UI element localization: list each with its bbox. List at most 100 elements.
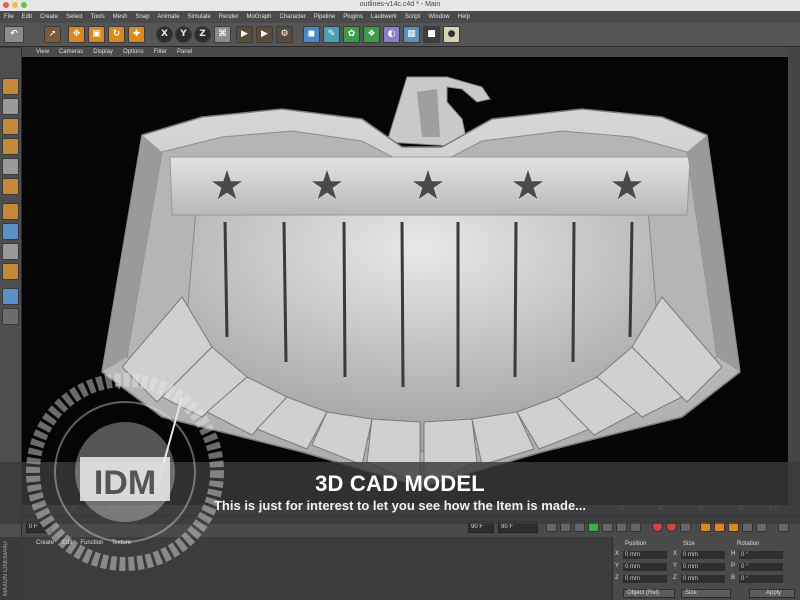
points-mode-icon[interactable] [2, 158, 19, 175]
rotation-b-field[interactable]: 0 ° [739, 575, 783, 583]
size-mode-select[interactable]: Size [681, 589, 731, 598]
y-axis-lock-button[interactable]: Y [175, 26, 192, 43]
menu-simulate[interactable]: Simulate [187, 14, 210, 20]
make-editable-icon[interactable] [2, 78, 19, 95]
material-manager-menu: Create Edit Function Texture [36, 540, 139, 546]
model-mode-icon[interactable] [2, 98, 19, 115]
coord-row-z: Z 0 mm Z 0 mm B 0 ° [613, 575, 800, 584]
move-icon[interactable]: ✥ [68, 26, 85, 43]
axis-label: Z [615, 575, 619, 581]
main-toolbar: ↶ ➚ ✥ ▣ ↻ ✚ X Y Z ⌘ ▶ ▶ ⚙ ◼ ✎ ✿ ❖ ◐ ▦ ■ … [0, 23, 800, 47]
menu-script[interactable]: Script [405, 14, 420, 20]
menu-select[interactable]: Select [66, 14, 83, 20]
size-y-field[interactable]: 0 mm [681, 563, 725, 571]
rotation-h-field[interactable]: 0 ° [739, 551, 783, 559]
axis-label: P [731, 563, 736, 569]
material-menu-create[interactable]: Create [36, 540, 54, 546]
position-y-field[interactable]: 0 mm [623, 563, 667, 571]
x-axis-lock-button[interactable]: X [156, 26, 173, 43]
coordinate-mode-select[interactable]: Object (Rel) [623, 589, 675, 598]
axis-label: X [615, 551, 620, 557]
viewport-menu-cameras[interactable]: Cameras [59, 49, 83, 55]
menu-pipeline[interactable]: Pipeline [314, 14, 335, 20]
window-title: outlines-v14c.c4d * - Main [359, 1, 441, 8]
axis-label: B [731, 575, 736, 581]
enable-axis-icon[interactable] [2, 223, 19, 240]
viewport-scrollbar[interactable] [788, 47, 800, 505]
brand-label: MAXON CINEMA4D [3, 541, 9, 596]
floor-icon[interactable]: ▦ [403, 26, 420, 43]
coordinate-system-icon[interactable]: ⌘ [214, 26, 231, 43]
menu-plugins[interactable]: Plugins [343, 14, 363, 20]
camera-icon[interactable]: ■ [423, 26, 440, 43]
edges-mode-icon[interactable] [2, 178, 19, 195]
3d-viewport[interactable]: + [22, 57, 788, 505]
recent-tools-icon[interactable]: ✚ [128, 26, 145, 43]
subdivision-surface-icon[interactable]: ✿ [343, 26, 360, 43]
material-menu-function[interactable]: Function [80, 540, 103, 546]
material-menu-edit[interactable]: Edit [62, 540, 72, 546]
light-icon[interactable]: ● [443, 26, 460, 43]
coordinates-manager: Position Size Rotation X 0 mm X 0 mm H 0… [612, 537, 800, 600]
viewport-menu-options[interactable]: Options [123, 49, 144, 55]
rotate-icon[interactable]: ↻ [108, 26, 125, 43]
deformer-icon[interactable]: ◐ [383, 26, 400, 43]
layer-icon[interactable] [2, 308, 19, 325]
menu-animate[interactable]: Animate [157, 14, 179, 20]
menu-character[interactable]: Character [279, 14, 305, 20]
position-z-field[interactable]: 0 mm [623, 575, 667, 583]
axis-label: H [731, 551, 736, 557]
scale-icon[interactable]: ▣ [88, 26, 105, 43]
menu-file[interactable]: File [4, 14, 14, 20]
cube-icon[interactable]: ◼ [303, 26, 320, 43]
tweak-mode-icon[interactable] [2, 263, 19, 280]
coord-row-y: Y 0 mm Y 0 mm P 0 ° [613, 563, 800, 572]
array-icon[interactable]: ❖ [363, 26, 380, 43]
material-menu-texture[interactable]: Texture [111, 540, 131, 546]
axis-label: Z [673, 575, 677, 581]
title-bar: outlines-v14c.c4d * - Main [0, 0, 800, 11]
viewport-menu-view[interactable]: View [36, 49, 49, 55]
material-manager: Create Edit Function Texture [22, 537, 612, 600]
menu-render[interactable]: Render [219, 14, 239, 20]
menu-window[interactable]: Window [428, 14, 449, 20]
menu-edit[interactable]: Edit [22, 14, 32, 20]
size-x-field[interactable]: 0 mm [681, 551, 725, 559]
menu-snap[interactable]: Snap [135, 14, 149, 20]
badge-model: + [101, 76, 741, 488]
render-settings-icon[interactable]: ⚙ [276, 26, 293, 43]
workplane-icon[interactable] [2, 288, 19, 305]
workplane-mode-icon[interactable] [2, 138, 19, 155]
menu-mograph[interactable]: MoGraph [246, 14, 271, 20]
menu-bar: File Edit Create Select Tools Mesh Snap … [0, 11, 800, 23]
axis-label: Y [673, 563, 678, 569]
polygons-mode-icon[interactable] [2, 203, 19, 220]
viewport-menu-panel[interactable]: Panel [177, 49, 192, 55]
undo-icon[interactable]: ↶ [4, 26, 24, 43]
banner-subtitle: This is just for interest to let you see… [213, 498, 587, 513]
live-selection-icon[interactable]: ➚ [44, 26, 61, 43]
size-z-field[interactable]: 0 mm [681, 575, 725, 583]
viewport-menu-display[interactable]: Display [93, 49, 113, 55]
pen-spline-icon[interactable]: ✎ [323, 26, 340, 43]
apply-button[interactable]: Apply [749, 589, 795, 598]
caption-banner: 3D CAD MODEL This is just for interest t… [0, 462, 800, 524]
render-view-icon[interactable]: ▶ [236, 26, 253, 43]
menu-create[interactable]: Create [40, 14, 58, 20]
viewport-menu: View Cameras Display Options Filter Pane… [22, 47, 800, 57]
axis-label: X [673, 551, 678, 557]
render-to-picture-viewer-icon[interactable]: ▶ [256, 26, 273, 43]
menu-help[interactable]: Help [458, 14, 470, 20]
position-x-field[interactable]: 0 mm [623, 551, 667, 559]
banner-title: 3D CAD MODEL [315, 471, 485, 496]
axis-origin-marker: + [114, 378, 124, 392]
snap-icon[interactable] [2, 243, 19, 260]
rotation-p-field[interactable]: 0 ° [739, 563, 783, 571]
texture-mode-icon[interactable] [2, 118, 19, 135]
menu-mesh[interactable]: Mesh [113, 14, 128, 20]
viewport-menu-filter[interactable]: Filter [154, 49, 167, 55]
rotation-header: Rotation [737, 541, 760, 547]
menu-laubwerk[interactable]: Laubwerk [371, 14, 397, 20]
menu-tools[interactable]: Tools [91, 14, 105, 20]
z-axis-lock-button[interactable]: Z [194, 26, 211, 43]
